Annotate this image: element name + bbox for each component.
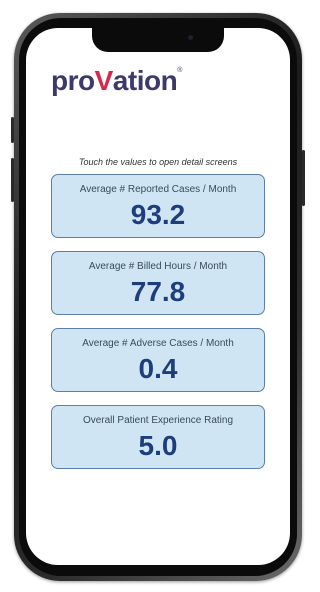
metric-label: Average # Reported Cases / Month [79,184,237,195]
metric-value[interactable]: 93.2 [52,199,264,231]
camera-icon [188,35,193,40]
notch [92,28,224,52]
phone-screen: proVation® Touch the values to open deta… [26,28,290,565]
metric-value[interactable]: 77.8 [52,276,264,308]
metric-value[interactable]: 5.0 [52,430,264,462]
instruction-text: Touch the values to open detail screens [78,157,238,167]
logo-text-pro: pro [51,65,95,96]
side-button-left-2 [11,158,14,202]
metric-card-reported-cases[interactable]: Average # Reported Cases / Month 93.2 [51,174,265,238]
metric-label: Overall Patient Experience Rating [82,415,234,426]
metric-label: Average # Billed Hours / Month [88,261,228,272]
metric-value[interactable]: 0.4 [52,353,264,385]
metric-label: Average # Adverse Cases / Month [82,338,234,349]
logo-registered-mark: ® [177,67,182,74]
metric-card-adverse-cases[interactable]: Average # Adverse Cases / Month 0.4 [51,328,265,392]
logo-v-glyph: V [94,65,114,96]
side-button-left [11,117,14,143]
metric-card-billed-hours[interactable]: Average # Billed Hours / Month 77.8 [51,251,265,315]
logo-text-ation: ation [112,65,178,96]
side-button-right [302,150,305,206]
provation-logo: proVation® [51,67,182,95]
metric-card-patient-experience[interactable]: Overall Patient Experience Rating 5.0 [51,405,265,469]
